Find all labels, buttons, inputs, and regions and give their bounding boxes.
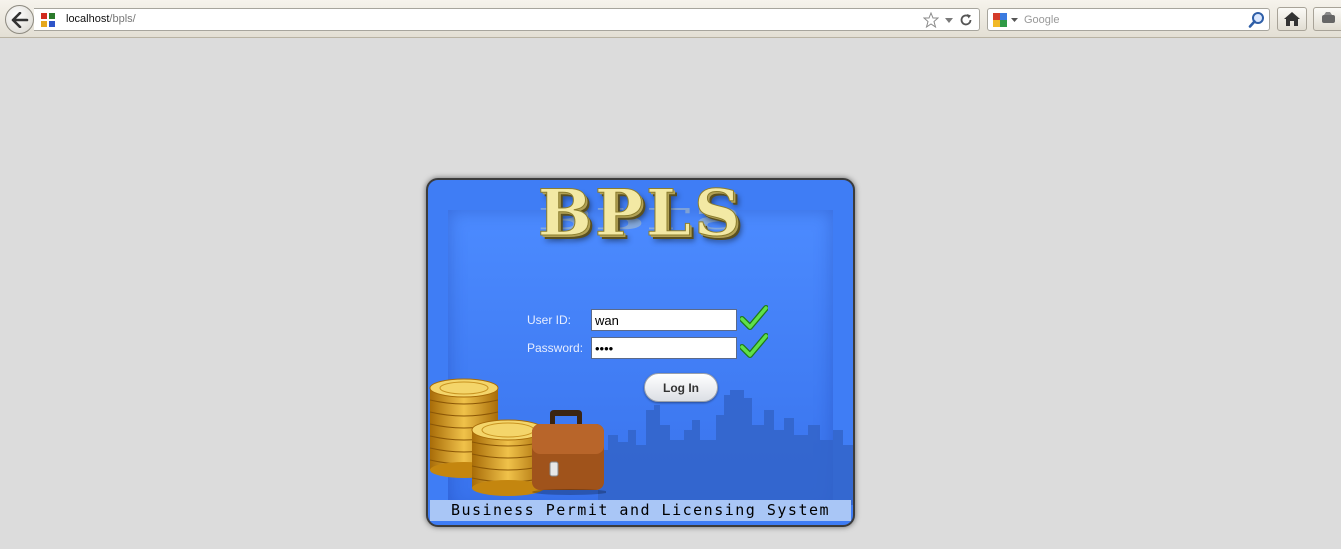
home-icon [1284, 12, 1300, 26]
footer-band: Business Permit and Licensing System [430, 500, 851, 521]
url-bar[interactable]: localhost/bpls/ [34, 8, 980, 31]
check-icon [740, 333, 768, 358]
engine-dropdown-icon [1011, 18, 1018, 22]
login-button[interactable]: Log In [644, 373, 718, 402]
browser-toolbar: localhost/bpls/ Google [0, 0, 1341, 38]
site-favicon-icon [41, 13, 55, 27]
password-input[interactable] [591, 337, 737, 359]
password-label: Password: [527, 341, 584, 355]
reload-icon[interactable] [959, 13, 973, 27]
addon-button[interactable] [1313, 7, 1341, 31]
briefcase-image [532, 410, 606, 495]
footer-title: Business Permit and Licensing System [450, 501, 831, 519]
url-text: localhost/bpls/ [66, 13, 136, 25]
check-icon [740, 305, 768, 330]
user-id-label: User ID: [527, 313, 572, 327]
back-arrow-icon [11, 11, 28, 28]
url-path: /bpls/ [109, 13, 136, 25]
bookmark-star-icon[interactable] [923, 12, 939, 28]
login-panel: BPLS BPLS User ID: Password: Log In [426, 178, 855, 527]
password-row: Password: [428, 333, 853, 359]
search-input[interactable]: Google [1024, 14, 1059, 26]
addon-icon [1322, 12, 1335, 23]
search-engine-selector[interactable] [992, 12, 1018, 28]
url-host: localhost [66, 13, 110, 25]
home-button[interactable] [1277, 7, 1307, 31]
history-dropdown-icon[interactable] [944, 15, 954, 25]
user-id-input[interactable] [591, 309, 737, 331]
google-icon [993, 13, 1007, 27]
bpls-logo: BPLS [537, 178, 744, 251]
search-bar[interactable]: Google [987, 8, 1270, 31]
user-id-row: User ID: [428, 305, 853, 331]
search-magnifier-icon[interactable] [1248, 11, 1266, 33]
back-button[interactable] [5, 5, 34, 34]
